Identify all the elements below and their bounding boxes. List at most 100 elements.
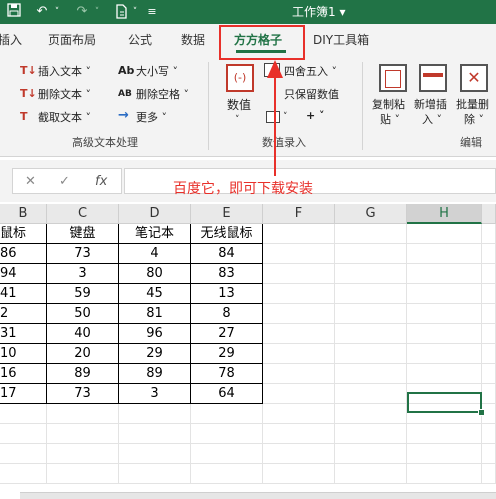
column-header-e[interactable]: E bbox=[191, 204, 263, 224]
table-cell[interactable]: 94 bbox=[0, 264, 47, 284]
grid-cell[interactable] bbox=[263, 324, 335, 344]
grid-cell[interactable] bbox=[335, 364, 407, 384]
table-cell[interactable]: 10 bbox=[0, 344, 47, 364]
column-header-g[interactable]: G bbox=[335, 204, 407, 224]
grid-cell[interactable] bbox=[263, 384, 335, 404]
table-cell[interactable]: 73 bbox=[47, 384, 119, 404]
touch-mode-icon[interactable] bbox=[112, 3, 130, 21]
table-cell[interactable]: 31 bbox=[0, 324, 47, 344]
function-icon[interactable]: fx bbox=[95, 174, 107, 190]
grid-cell[interactable] bbox=[482, 344, 496, 364]
grid-cell[interactable] bbox=[263, 364, 335, 384]
table-cell[interactable]: 78 bbox=[191, 364, 263, 384]
tab-page-layout[interactable]: 页面布局 bbox=[48, 32, 96, 48]
number-value-button[interactable]: 数值 bbox=[227, 98, 251, 112]
round-button[interactable]: 四舍五入 ˅ bbox=[284, 65, 337, 79]
table-header-cell[interactable]: 鼠标 bbox=[0, 224, 47, 244]
table-cell[interactable]: 59 bbox=[47, 284, 119, 304]
grid-cell[interactable] bbox=[0, 404, 47, 424]
grid-cell[interactable] bbox=[335, 464, 407, 484]
batch-delete-button[interactable]: 批量删 bbox=[456, 98, 489, 112]
grid-cell[interactable] bbox=[263, 304, 335, 324]
grid-cell[interactable] bbox=[482, 464, 496, 484]
grid-cell[interactable] bbox=[0, 444, 47, 464]
table-cell[interactable]: 40 bbox=[47, 324, 119, 344]
column-header-c[interactable]: C bbox=[47, 204, 119, 224]
grid-cell[interactable] bbox=[191, 404, 263, 424]
grid-cell[interactable] bbox=[263, 444, 335, 464]
table-header-cell[interactable]: 无线鼠标 bbox=[191, 224, 263, 244]
grid-cell[interactable] bbox=[407, 444, 482, 464]
grid-cell[interactable] bbox=[335, 444, 407, 464]
table-cell[interactable]: 17 bbox=[0, 384, 47, 404]
grid-cell[interactable] bbox=[482, 444, 496, 464]
selected-cell[interactable] bbox=[407, 392, 482, 413]
table-cell[interactable]: 89 bbox=[47, 364, 119, 384]
grid-cell[interactable] bbox=[407, 284, 482, 304]
table-cell[interactable]: 27 bbox=[191, 324, 263, 344]
save-icon[interactable] bbox=[6, 3, 22, 21]
grid-cell[interactable] bbox=[191, 424, 263, 444]
table-cell[interactable]: 8 bbox=[191, 304, 263, 324]
grid-cell[interactable] bbox=[407, 304, 482, 324]
table-cell[interactable]: 73 bbox=[47, 244, 119, 264]
grid-cell[interactable] bbox=[407, 464, 482, 484]
grid-cell[interactable] bbox=[335, 324, 407, 344]
grid-cell[interactable] bbox=[119, 424, 191, 444]
grid-cell[interactable] bbox=[47, 424, 119, 444]
column-header-d[interactable]: D bbox=[119, 204, 191, 224]
grid-cell[interactable] bbox=[482, 424, 496, 444]
grid-cell[interactable] bbox=[263, 344, 335, 364]
keep-values-button[interactable]: 只保留数值 bbox=[284, 88, 339, 102]
table-cell[interactable]: 83 bbox=[191, 264, 263, 284]
column-header-i[interactable] bbox=[482, 204, 496, 224]
insert-rows-button[interactable]: 新增插 bbox=[414, 98, 447, 112]
table-cell[interactable]: 89 bbox=[119, 364, 191, 384]
column-header-f[interactable]: F bbox=[263, 204, 335, 224]
grid-cell[interactable] bbox=[407, 224, 482, 244]
table-cell[interactable]: 16 bbox=[0, 364, 47, 384]
grid-cell[interactable] bbox=[263, 244, 335, 264]
grid-cell[interactable] bbox=[263, 424, 335, 444]
grid-cell[interactable] bbox=[335, 384, 407, 404]
grid-cell[interactable] bbox=[335, 264, 407, 284]
table-cell[interactable]: 84 bbox=[191, 244, 263, 264]
customize-icon[interactable]: ≡ bbox=[144, 3, 160, 21]
number-value-dropdown-icon[interactable]: ˅ bbox=[235, 113, 240, 127]
grid-cell[interactable] bbox=[482, 364, 496, 384]
table-header-cell[interactable]: 笔记本 bbox=[119, 224, 191, 244]
table-cell[interactable]: 81 bbox=[119, 304, 191, 324]
extract-text-button[interactable]: 截取文本 ˅ bbox=[38, 111, 91, 125]
copy-paste-button[interactable]: 复制粘 bbox=[372, 98, 405, 112]
table-cell[interactable]: 41 bbox=[0, 284, 47, 304]
grid-cell[interactable] bbox=[482, 304, 496, 324]
grid-cell[interactable] bbox=[0, 464, 47, 484]
table-cell[interactable]: 20 bbox=[47, 344, 119, 364]
table-cell[interactable]: 29 bbox=[191, 344, 263, 364]
grid-cell[interactable] bbox=[335, 284, 407, 304]
table-cell[interactable]: 4 bbox=[119, 244, 191, 264]
grid-cell[interactable] bbox=[47, 404, 119, 424]
table-cell[interactable]: 29 bbox=[119, 344, 191, 364]
insert-rows-dropdown[interactable]: 入 ˅ bbox=[422, 113, 442, 127]
table-header-cell[interactable]: 键盘 bbox=[47, 224, 119, 244]
grid-cell[interactable] bbox=[335, 404, 407, 424]
grid-cell[interactable] bbox=[482, 284, 496, 304]
more-button[interactable]: 更多 ˅ bbox=[136, 111, 167, 125]
grid-cell[interactable] bbox=[482, 264, 496, 284]
grid-cell[interactable] bbox=[407, 364, 482, 384]
grid-cell[interactable] bbox=[47, 464, 119, 484]
grid-cell[interactable] bbox=[482, 244, 496, 264]
grid-cell[interactable] bbox=[263, 224, 335, 244]
grid-cell[interactable] bbox=[191, 444, 263, 464]
add-dropdown-button[interactable]: + ˅ bbox=[306, 109, 325, 123]
grid-cell[interactable] bbox=[47, 444, 119, 464]
grid-cell[interactable] bbox=[407, 344, 482, 364]
grid-cell[interactable] bbox=[482, 224, 496, 244]
grid-cell[interactable] bbox=[335, 244, 407, 264]
table-cell[interactable]: 3 bbox=[47, 264, 119, 284]
grid-cell[interactable] bbox=[335, 224, 407, 244]
table-cell[interactable]: 2 bbox=[0, 304, 47, 324]
tab-diy-toolbox[interactable]: DIY工具箱 bbox=[313, 32, 369, 48]
batch-delete-dropdown[interactable]: 除 ˅ bbox=[464, 113, 484, 127]
